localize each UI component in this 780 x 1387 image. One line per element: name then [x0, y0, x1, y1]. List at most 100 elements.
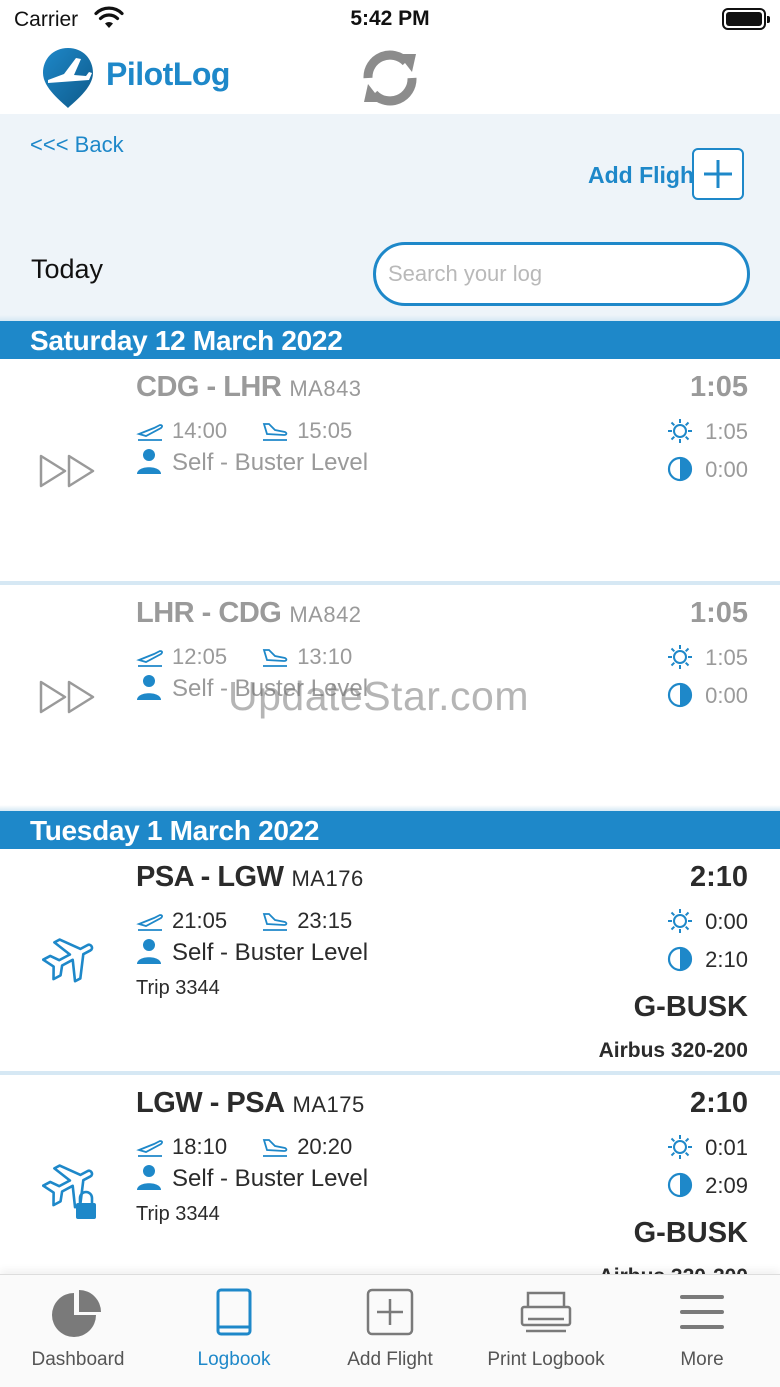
flight-number: MA175: [292, 1092, 365, 1117]
aircraft-registration: G-BUSK: [633, 1217, 748, 1249]
night-time: 2:09: [667, 1173, 748, 1199]
book-icon: [216, 1288, 252, 1336]
crew-info: Self - Buster Level: [136, 1164, 368, 1193]
add-flight-label[interactable]: Add Flight: [588, 162, 702, 189]
total-time: 1:05: [689, 597, 748, 629]
app-header: PilotLog: [0, 40, 780, 114]
flight-number: MA842: [289, 602, 362, 627]
day-time: 1:05: [667, 419, 748, 445]
takeoff-icon: [136, 424, 163, 442]
moon-icon: [668, 457, 693, 482]
tab-bar: Dashboard Logbook Add Flight Print Logbo…: [0, 1274, 780, 1387]
total-time: 1:05: [689, 371, 748, 403]
tab-print-logbook[interactable]: Print Logbook: [468, 1275, 624, 1375]
search-input[interactable]: [373, 242, 750, 306]
flight-route: CDG - LHR MA843: [136, 371, 362, 403]
flight-times: 21:05 23:15: [136, 907, 352, 937]
person-icon: [137, 938, 161, 964]
trip-label: Trip 3344: [136, 977, 220, 999]
tab-label: Logbook: [197, 1349, 271, 1370]
night-time: 0:00: [667, 457, 748, 483]
log-controls-panel: <<< Back Add Flight Today: [0, 114, 780, 322]
sync-icon[interactable]: [358, 48, 422, 108]
landing-icon: [262, 913, 288, 932]
departure-time: 21:05: [172, 908, 228, 934]
moon-icon: [668, 683, 693, 708]
flight-times: 18:10 20:20: [136, 1133, 352, 1163]
moon-icon: [668, 1173, 693, 1198]
tab-dashboard[interactable]: Dashboard: [0, 1275, 156, 1375]
night-time: 0:00: [667, 683, 748, 709]
plus-icon: [704, 160, 732, 188]
arrival-time: 15:05: [297, 418, 353, 444]
moon-icon: [668, 947, 693, 972]
pie-chart-icon: [52, 1290, 101, 1337]
tab-label: Add Flight: [347, 1349, 433, 1370]
today-label: Today: [31, 254, 104, 284]
total-time: 2:10: [689, 861, 748, 893]
departure-time: 12:05: [172, 644, 228, 670]
night-time: 2:10: [667, 947, 748, 973]
app-name: PilotLog: [106, 56, 230, 92]
total-time: 2:10: [689, 1087, 748, 1119]
tab-label: Dashboard: [31, 1349, 125, 1370]
logo-pin-icon: [43, 48, 93, 108]
date-header: Saturday 12 March 2022: [0, 315, 780, 359]
back-link[interactable]: <<< Back: [30, 132, 124, 158]
takeoff-icon: [136, 1140, 163, 1158]
person-icon: [137, 448, 161, 474]
plus-square-icon: [366, 1288, 414, 1336]
clock: 5:42 PM: [350, 7, 430, 30]
airplane-locked-icon: [42, 1164, 96, 1219]
flight-times: 14:00 15:05: [136, 417, 352, 447]
crew-info: Self - Buster Level: [136, 938, 368, 967]
tab-add-flight[interactable]: Add Flight: [312, 1275, 468, 1375]
arrival-time: 13:10: [297, 644, 353, 670]
date-header-label: Tuesday 1 March 2022: [30, 815, 320, 846]
flight-times: 12:05 13:10: [136, 643, 352, 673]
person-icon: [137, 674, 161, 700]
flight-number: MA843: [289, 376, 362, 401]
sun-icon: [668, 645, 693, 670]
tab-label: Print Logbook: [487, 1349, 605, 1370]
departure-time: 14:00: [172, 418, 228, 444]
airplane-icon: [42, 938, 94, 983]
sun-icon: [668, 909, 693, 934]
battery-icon: [722, 8, 770, 30]
sun-icon: [668, 419, 693, 444]
add-flight-button[interactable]: [692, 148, 744, 200]
printer-icon: [520, 1291, 572, 1333]
tab-more[interactable]: More: [624, 1275, 780, 1375]
double-play-icon: [39, 680, 95, 714]
date-header: Tuesday 1 March 2022: [0, 805, 780, 849]
tab-logbook[interactable]: Logbook: [156, 1275, 312, 1375]
crew-info: Self - Buster Level: [136, 448, 368, 477]
tab-label: More: [680, 1349, 724, 1370]
takeoff-icon: [136, 650, 163, 668]
aircraft-type: Airbus 320-200: [598, 1039, 748, 1062]
flight-row[interactable]: LGW - PSA MA175 18:10 20:20 Self - Buster…: [0, 1075, 780, 1275]
double-play-icon: [39, 454, 95, 488]
date-header-label: Saturday 12 March 2022: [30, 325, 343, 356]
departure-time: 18:10: [172, 1134, 228, 1160]
day-time: 1:05: [667, 645, 748, 671]
status-bar: Carrier 5:42 PM: [0, 0, 780, 40]
flight-row[interactable]: PSA - LGW MA176 21:05 23:15 Self - Buster…: [0, 849, 780, 1075]
watermark: UpdateStar.com: [228, 673, 529, 719]
landing-icon: [262, 649, 288, 668]
flight-route: LHR - CDG MA842: [136, 597, 362, 629]
landing-icon: [262, 1139, 288, 1158]
trip-label: Trip 3344: [136, 1203, 220, 1225]
person-icon: [137, 1164, 161, 1190]
arrival-time: 20:20: [297, 1134, 353, 1160]
day-time: 0:01: [667, 1135, 748, 1161]
arrival-time: 23:15: [297, 908, 353, 934]
takeoff-icon: [136, 914, 163, 932]
landing-icon: [262, 423, 288, 442]
flight-route: PSA - LGW MA176: [136, 861, 364, 893]
flight-number: MA176: [291, 866, 364, 891]
flight-row[interactable]: CDG - LHR MA843 14:00 15:05 Self - Buster…: [0, 359, 780, 585]
flight-route: LGW - PSA MA175: [136, 1087, 365, 1119]
sun-icon: [668, 1135, 693, 1160]
day-time: 0:00: [667, 909, 748, 935]
